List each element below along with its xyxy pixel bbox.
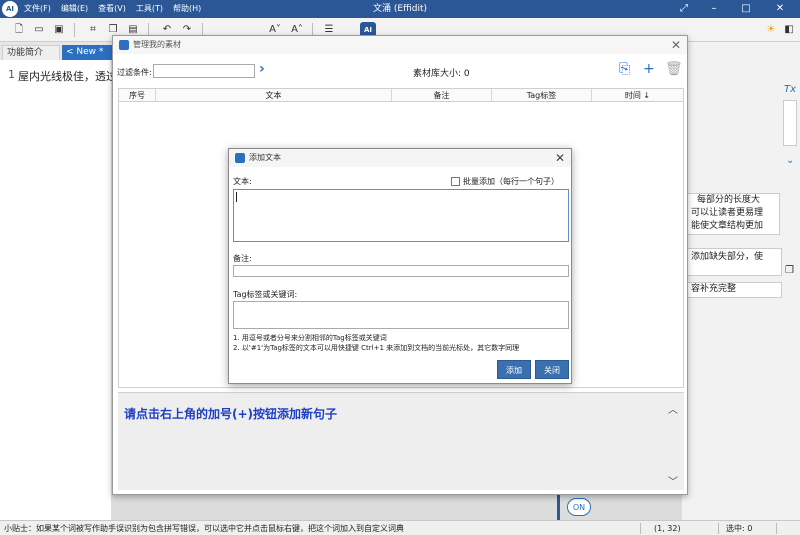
cursor-position: (1, 32) — [654, 524, 681, 533]
batch-add-label: 批量添加（每行一个句子） — [463, 177, 559, 186]
menu-edit[interactable]: 编辑(E) — [61, 0, 88, 18]
maximize-icon[interactable]: □ — [734, 0, 758, 18]
save-icon[interactable]: ▣ — [52, 23, 66, 37]
checkbox-box[interactable] — [451, 177, 460, 186]
editor-text[interactable]: 屋内光线极佳，透过 — [18, 68, 117, 84]
filter-label: 过滤条件: — [117, 68, 152, 77]
minimize-icon[interactable]: – — [702, 0, 726, 18]
tab-intro[interactable]: 功能简介 — [2, 45, 60, 60]
tags-input[interactable] — [233, 301, 569, 329]
app-icon — [235, 153, 245, 163]
selection-count: 选中: 0 — [726, 524, 753, 533]
sync-indicator-bar — [557, 494, 560, 520]
suggestion-card[interactable]: 添加缺失部分，使 — [686, 248, 782, 276]
library-size: 素材库大小: 0 — [413, 69, 470, 79]
suggestion-line: 可以让读者更易理 — [691, 208, 764, 218]
status-separator — [640, 523, 641, 534]
help-text: 1. 用逗号或者分号来分割相邻的Tag标签或关键词 — [233, 334, 387, 342]
suggestion-line: 添加缺失部分，使 — [691, 252, 764, 262]
delete-icon[interactable]: 🗑 — [665, 61, 683, 77]
text-label: 文本: — [233, 177, 252, 186]
panel-scrollbar[interactable] — [783, 100, 797, 146]
close-icon[interactable]: ✕ — [555, 149, 565, 167]
status-separator — [776, 523, 777, 534]
clear-format-icon[interactable]: Tx — [784, 84, 796, 95]
cut-icon[interactable]: ⌗ — [86, 23, 100, 37]
close-icon[interactable]: ✕ — [768, 0, 792, 18]
menu-help[interactable]: 帮助(H) — [173, 0, 201, 18]
batch-add-checkbox[interactable]: 批量添加（每行一个句子） — [451, 176, 559, 187]
dialog-header: 添加文本 ✕ — [229, 149, 571, 167]
restore-icon[interactable]: ⤢ — [672, 0, 696, 18]
dialog-title: 添加文本 — [249, 153, 281, 162]
hint-text: 请点击右上角的加号(+)按钮添加新句子 — [124, 407, 338, 421]
suggestion-line: 容补充完整 — [691, 284, 737, 294]
column-tag[interactable]: Tag标签 — [491, 89, 591, 102]
column-time[interactable]: 时间 ↓ — [591, 89, 683, 102]
theme-sun-icon[interactable]: ☀ — [764, 23, 778, 37]
tags-label: Tag标签或关键词: — [233, 290, 298, 299]
note-input[interactable] — [233, 265, 569, 277]
menu-view[interactable]: 查看(V) — [98, 0, 126, 18]
column-text[interactable]: 文本 — [155, 89, 391, 102]
chevron-down-icon[interactable]: ﹀ — [668, 473, 678, 488]
copy-icon[interactable]: ❐ — [785, 265, 794, 276]
menu-tools[interactable]: 工具(T) — [136, 0, 163, 18]
document-tab-strip: 功能简介 < New * × — [0, 42, 112, 72]
note-label: 备注: — [233, 254, 252, 263]
add-button[interactable]: 添加 — [497, 360, 531, 379]
table-header: 序号 文本 备注 Tag标签 时间 ↓ — [119, 89, 683, 102]
tab-new-document[interactable]: < New * × — [62, 45, 112, 72]
add-text-dialog: 添加文本 ✕ 文本: 批量添加（每行一个句子） 备注: Tag标签或关键词: 1… — [228, 148, 572, 384]
status-bar: 小贴士：如果某个词被写作助手误识别为包含拼写错误，可以选中它并点击鼠标右键，把这… — [0, 520, 800, 535]
status-tip: 小贴士：如果某个词被写作助手误识别为包含拼写错误，可以选中它并点击鼠标右键，把这… — [4, 524, 404, 533]
hint-area: 请点击右上角的加号(+)按钮添加新句子 ︿ ﹀ — [118, 392, 684, 490]
filter-arrow-icon[interactable]: › — [259, 61, 265, 77]
import-file-icon[interactable]: ⎘ — [619, 61, 630, 77]
open-folder-icon[interactable]: ▭ — [32, 23, 46, 37]
line-number: 1 — [8, 68, 15, 81]
theme-toggle-icon[interactable]: ◧ — [782, 23, 796, 37]
toolbar-separator — [74, 23, 75, 37]
filter-input[interactable] — [153, 64, 255, 78]
editor-area[interactable]: 1 屋内光线极佳，透过 — [0, 60, 117, 520]
status-separator — [718, 523, 719, 534]
close-icon[interactable]: ✕ — [671, 36, 681, 54]
suggestion-card[interactable]: 容补充完整 — [686, 282, 782, 298]
cloud-sync-icon[interactable]: ON — [567, 498, 591, 516]
add-icon[interactable]: + — [643, 61, 655, 77]
menu-bar: 文件(F) 编辑(E) 查看(V) 工具(T) 帮助(H) — [24, 0, 201, 18]
suggestion-line: 每部分的长度大 — [697, 195, 761, 205]
suggestion-line: 能使文章结构更加 — [691, 221, 764, 231]
close-button[interactable]: 关闭 — [535, 360, 569, 379]
title-bar: AI 文件(F) 编辑(E) 查看(V) 工具(T) 帮助(H) 文涌 (Eff… — [0, 0, 800, 18]
suggestion-card[interactable]: 每部分的长度大 可以让读者更易理 能使文章结构更加 — [686, 193, 780, 235]
column-index[interactable]: 序号 — [119, 89, 155, 102]
new-file-icon[interactable]: 🗋 — [12, 23, 26, 37]
app-logo-icon: AI — [2, 1, 18, 17]
dialog-header: 管理我的素材 ✕ — [113, 36, 687, 54]
column-note[interactable]: 备注 — [391, 89, 491, 102]
chevron-up-icon[interactable]: ︿ — [668, 401, 678, 416]
dialog-title: 管理我的素材 — [133, 40, 181, 49]
menu-file[interactable]: 文件(F) — [24, 0, 51, 18]
help-text: 2. 以'#1'为Tag标签的文本可以用快捷键 Ctrl+1 来添加到文档的当前… — [233, 344, 520, 352]
app-icon — [119, 40, 129, 50]
text-input[interactable] — [233, 189, 569, 242]
chevron-down-icon[interactable]: ⌄ — [786, 155, 794, 166]
